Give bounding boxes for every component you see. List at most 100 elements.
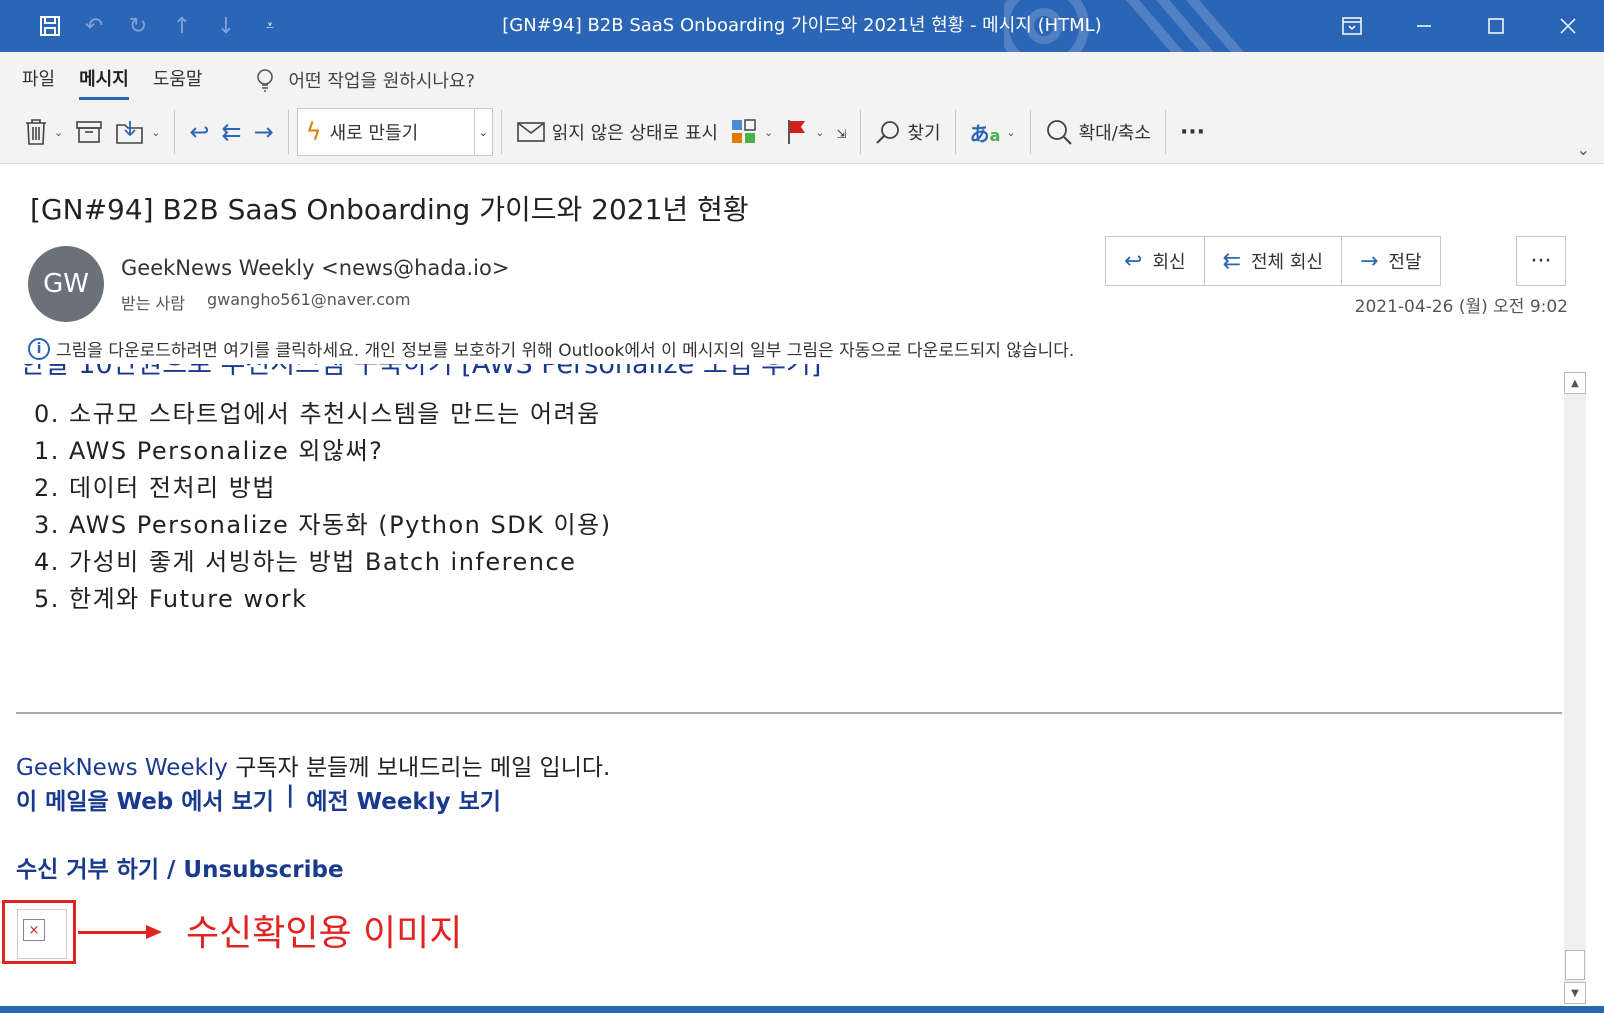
move-folder-icon [116,121,144,144]
redo-icon[interactable]: ↻ [116,0,160,52]
chevron-down-icon[interactable]: ⌄ [54,126,63,139]
reply-label: 회신 [1152,252,1186,273]
link-separator: | [285,782,295,808]
chevron-down-icon[interactable]: ⌄ [473,109,492,155]
message-actions: ↩ 회신 ⇇ 전체 회신 → 전달 [1105,236,1441,286]
zoom-icon [1046,120,1072,145]
translate-button[interactable]: あa ⌄ [964,108,1022,156]
up-icon[interactable]: ↑ [160,0,204,52]
tab-message[interactable]: 메시지 [77,62,151,100]
translate-icon: あa [969,121,1001,146]
footer-brand[interactable]: GeekNews Weekly [16,755,228,781]
title-bar: ↶ ↻ ↑ ↓ ⩡ [GN#94] B2B SaaS Onboarding 가이… [0,0,1604,52]
reply-button[interactable]: ↩ 회신 [1105,236,1205,286]
lightbulb-icon [256,69,273,92]
arrow-head [146,925,162,939]
scroll-thumb[interactable] [1565,950,1585,980]
reply-all-icon: ⇇ [1222,248,1241,274]
scroll-up-icon[interactable]: ▲ [1564,372,1586,394]
list-item: 5. 한계와 Future work [34,585,308,613]
customize-icon[interactable]: ⩡ [248,0,292,52]
footer-text: 구독자 분들께 보내드리는 메일 입니다. [227,755,611,781]
zoom-button[interactable]: 확대/축소 [1039,108,1157,156]
divider [860,110,862,154]
maximize-icon[interactable] [1460,0,1532,52]
info-bar[interactable]: i 그림을 다운로드하려면 여기를 클릭하세요. 개인 정보를 보호하기 위해 … [28,336,1074,361]
mark-unread-button[interactable]: 읽지 않은 상태로 표시 [510,108,724,156]
archive-button[interactable] [69,108,109,156]
to-label: 받는 사람 [121,294,185,313]
toc-list: 0. 소규모 스타트업에서 추천시스템을 만드는 어려움 1. AWS Pers… [34,396,612,618]
save-icon[interactable] [28,0,72,52]
list-item: 2. 데이터 전처리 방법 [34,474,276,502]
search-icon [876,121,900,144]
undo-icon[interactable]: ↶ [72,0,116,52]
info-icon: i [28,337,50,360]
message-body: 한달 10만원으로 추천시스템 구축하기 [AWS Personalize 도입… [0,364,1570,1006]
reply-icon-button[interactable]: ↩ [183,108,215,156]
chevron-down-icon: ⌄ [815,125,825,139]
chevron-down-icon[interactable]: ⌄ [1577,140,1590,159]
categorize-button[interactable]: ⌄ [724,108,779,156]
unsubscribe-link[interactable]: 수신 거부 하기 / Unsubscribe [16,850,344,884]
new-label: 새로 만들기 [329,123,419,144]
recipient-line: 받는 사람 gwangho561@naver.com [121,290,410,314]
tell-me-placeholder: 어떤 작업을 원하시나요? [288,71,476,92]
forward-label: 전달 [1388,252,1422,273]
vertical-scrollbar[interactable]: ▲ ▼ [1564,372,1586,1004]
down-icon[interactable]: ↓ [204,0,248,52]
list-item: 0. 소규모 스타트업에서 추천시스템을 만드는 어려움 [34,400,601,428]
flag-button[interactable]: ⌄ [779,108,830,156]
background-pattern [1004,0,1244,52]
list-item: 1. AWS Personalize 외않써? [34,437,384,465]
archive-link[interactable]: 예전 Weekly 보기 [306,782,501,816]
reply-icon: ↩ [1124,248,1143,274]
divider [1164,110,1166,154]
more-commands-button[interactable]: ··· [1174,108,1211,156]
article-heading[interactable]: 한달 10만원으로 추천시스템 구축하기 [AWS Personalize 도입… [20,364,821,381]
forward-button[interactable]: → 전달 [1340,236,1441,286]
forward-icon: → [1359,248,1379,274]
chevron-down-icon: ⌄ [1006,125,1016,139]
chevron-down-icon: ⌄ [763,125,774,139]
zoom-label: 확대/축소 [1078,123,1151,144]
web-view-link[interactable]: 이 메일을 Web 에서 보기 [16,782,274,816]
close-icon[interactable] [1532,0,1604,52]
restore-ribbon-icon[interactable] [1316,0,1388,52]
scroll-down-icon[interactable]: ▼ [1564,982,1586,1004]
tab-file[interactable]: 파일 [20,62,77,98]
delete-button[interactable]: ⌄ [18,108,69,156]
minimize-icon[interactable] [1388,0,1460,52]
reply-all-icon-button[interactable]: ⇇ [216,108,248,156]
message-subject: [GN#94] B2B SaaS Onboarding 가이드와 2021년 현… [30,193,749,226]
tags-dialog-launcher[interactable]: ⇲ [830,110,852,158]
list-item: 3. AWS Personalize 자동화 (Python SDK 이용) [34,511,612,539]
more-actions-button[interactable]: ··· [1516,236,1566,286]
sender-name[interactable]: GeekNews Weekly <news@hada.io> [121,256,509,280]
find-label: 찾기 [907,123,941,144]
reply-all-icon: ⇇ [221,118,242,146]
ribbon: 파일 메시지 도움말 어떤 작업을 원하시나요? ⌄ ⌄ ↩ ⇇ → ϟ 새로 … [0,52,1604,164]
reply-all-button[interactable]: ⇇ 전체 회신 [1203,236,1342,286]
broken-image-icon[interactable]: × [23,919,45,941]
tell-me-box[interactable]: 어떤 작업을 원하시나요? [255,67,476,93]
list-item: 4. 가성비 좋게 서빙하는 방법 Batch inference [34,548,577,576]
envelope-icon [516,122,545,142]
forward-icon-button[interactable]: → [248,108,280,156]
new-quick-step[interactable]: ϟ 새로 만들기 ⌄ [296,108,493,156]
arrow-line [78,931,150,934]
quick-access-toolbar: ↶ ↻ ↑ ↓ ⩡ [0,0,292,52]
tab-help[interactable]: 도움말 [151,62,225,98]
mark-unread-label: 읽지 않은 상태로 표시 [551,123,718,144]
chevron-down-icon: ⌄ [151,125,161,139]
info-bar-text: 그림을 다운로드하려면 여기를 클릭하세요. 개인 정보를 보호하기 위해 Ou… [56,341,1075,361]
to-address[interactable]: gwangho561@naver.com [207,290,410,314]
archive-icon [76,121,103,143]
divider [287,110,289,154]
annotation-label: 수신확인용 이미지 [186,913,463,954]
divider [954,110,956,154]
find-button[interactable]: 찾기 [869,108,946,156]
move-button[interactable]: ⌄ [109,108,166,156]
lightning-icon: ϟ [305,118,322,146]
trash-icon [26,119,46,145]
